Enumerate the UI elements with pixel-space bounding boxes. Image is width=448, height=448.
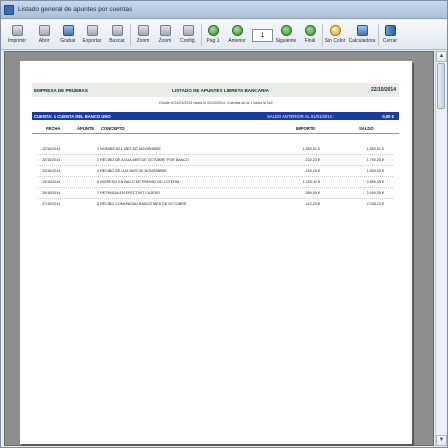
cell-importe: 1.852,51 €	[302, 147, 320, 151]
table-row: 25/10/2014 7 RETIRADA EN EFECTIVO CAJERO…	[32, 188, 399, 199]
open-folder-icon	[38, 25, 50, 36]
toolbar: Imprimir Abrir Grabar Exportar Buscar Zo…	[1, 20, 447, 50]
cell-importe: -150,25 €	[304, 169, 320, 173]
cell-fecha: 23/10/2014	[42, 169, 61, 173]
cell-importe: -350,00 €	[304, 191, 320, 195]
cell-importe: -102,23 €	[304, 158, 320, 162]
last-page-icon	[304, 25, 316, 36]
zoom-in-icon	[137, 25, 149, 36]
cell-concepto: 6 INGRESO EN BACO DE PREMIO DE LOTERIA	[97, 180, 180, 184]
printer-icon	[11, 25, 23, 36]
report-subtitle: Desde el 01/01/2014 hasta el 31/12/2014,…	[159, 101, 273, 105]
toolbar-separator	[130, 24, 131, 46]
zoom-out-button[interactable]: Zoom	[154, 22, 176, 48]
cell-saldo: 1.750,28 €	[366, 158, 384, 162]
zoom-out-icon	[159, 25, 171, 36]
config-button[interactable]: Config.	[177, 22, 199, 48]
app-icon	[4, 4, 14, 15]
config-icon	[182, 25, 194, 36]
scroll-down-icon[interactable]: ▼	[436, 435, 447, 446]
first-page-icon	[207, 25, 219, 36]
next-icon	[280, 25, 292, 36]
column-header-apunte: APUNTE	[77, 126, 95, 131]
cell-concepto: 1 NOMINA DEL MES DE NOVIEMBRE	[97, 147, 161, 151]
cell-fecha: 27/10/2014	[42, 202, 61, 206]
company-name: EMPRESA DE PRUEBAS	[34, 87, 88, 93]
export-button[interactable]: Exportar	[80, 22, 104, 48]
previous-icon	[231, 25, 243, 36]
open-button[interactable]: Abrir	[33, 22, 55, 48]
cell-concepto: 2 RECIBO DE AGUA MES DE OCTUBRE POR BANC…	[97, 158, 189, 162]
table-row: 23/10/2014 4 RECIBO DE LUZ MES DE NOVIEM…	[32, 166, 399, 177]
last-page-button[interactable]: Final	[299, 22, 321, 48]
calculator-icon	[356, 25, 368, 36]
table-row: 22/10/2014 1 NOMINA DEL MES DE NOVIEMBRE…	[32, 144, 399, 155]
calculator-button[interactable]: Calculadora	[348, 22, 376, 48]
search-button[interactable]: Buscar	[106, 22, 128, 48]
table-row: 24/10/2014 6 INGRESO EN BACO DE PREMIO D…	[32, 177, 399, 188]
zoom-in-button[interactable]: Zoom	[132, 22, 154, 48]
cell-fecha: 22/10/2014	[42, 158, 61, 162]
previous-balance-label: SALDO ANTERIOR AL 01/01/2014 :	[267, 113, 335, 119]
no-color-icon	[329, 25, 341, 36]
cell-saldo: 2.338,12 €	[366, 202, 384, 206]
report-preview-window: Listado general de apuntes por cuentas I…	[0, 0, 448, 448]
report-title: LISTADO DE APUNTES LIBRETA BANCARIA	[172, 87, 269, 93]
column-header-importe: IMPORTE	[296, 126, 316, 131]
cell-saldo: 1.600,03 €	[366, 169, 384, 173]
column-header-concepto: CONCEPTO	[101, 126, 125, 131]
exit-door-icon	[384, 25, 396, 36]
cell-importe: -112,23 €	[304, 202, 320, 206]
cell-fecha: 25/10/2014	[42, 191, 61, 195]
window-title: Listado general de apuntes por cuentas	[18, 6, 133, 13]
title-bar: Listado general de apuntes por cuentas	[1, 1, 447, 19]
header-divider	[32, 133, 399, 134]
cell-saldo: 1.852,51 €	[366, 147, 384, 151]
save-icon	[62, 25, 74, 36]
next-page-button[interactable]: Siguiente	[274, 22, 298, 48]
preview-area[interactable]: EMPRESA DE PRUEBAS LISTADO DE APUNTES LI…	[4, 51, 434, 446]
cell-saldo: 2.800,35 €	[366, 180, 384, 184]
cell-fecha: 22/10/2014	[42, 147, 61, 151]
cell-concepto: 7 RETIRADA EN EFECTIVO CAJERO	[97, 191, 161, 195]
previous-page-button[interactable]: Anterior	[225, 22, 249, 48]
cell-concepto: 8 RECIBO COMUNIDAD BANCO MES DE OCTUBRE	[97, 202, 187, 206]
previous-balance-value: 0,00 €	[382, 113, 394, 119]
report-page: EMPRESA DE PRUEBAS LISTADO DE APUNTES LI…	[20, 61, 412, 444]
column-header-fecha: FECHA	[46, 126, 61, 131]
cell-saldo: 2.450,35 €	[366, 191, 384, 195]
table-row: 27/10/2014 8 RECIBO COMUNIDAD BANCO MES …	[32, 199, 399, 210]
no-color-button[interactable]: Sin Color	[323, 22, 347, 48]
close-button[interactable]: Cerrar	[379, 22, 401, 48]
export-icon	[86, 25, 98, 36]
column-header-saldo: SALDO	[359, 126, 374, 131]
table-row: 22/10/2014 2 RECIBO DE AGUA MES DE OCTUB…	[32, 155, 399, 166]
vertical-scrollbar[interactable]: ▲ ▼	[435, 51, 447, 446]
scroll-up-icon[interactable]: ▲	[436, 51, 447, 62]
cell-importe: 1.200,32 €	[302, 180, 320, 184]
search-icon	[111, 25, 123, 36]
report-date: 22/10/2014	[370, 87, 396, 93]
print-button[interactable]: Imprimir	[5, 22, 29, 48]
account-name: CUENTA: 1 CUENTA DEL BANCO UNO	[34, 113, 111, 119]
save-button[interactable]: Grabar	[57, 22, 79, 48]
account-bar: CUENTA: 1 CUENTA DEL BANCO UNO SALDO ANT…	[32, 112, 399, 120]
first-page-button[interactable]: Pag 1	[202, 22, 224, 48]
scroll-thumb[interactable]	[437, 63, 445, 109]
page-number-input[interactable]	[252, 29, 273, 42]
report-header: EMPRESA DE PRUEBAS LISTADO DE APUNTES LI…	[32, 83, 399, 97]
cell-fecha: 24/10/2014	[42, 180, 61, 184]
cell-concepto: 4 RECIBO DE LUZ MES DE NOVIEMBRE	[97, 169, 167, 173]
